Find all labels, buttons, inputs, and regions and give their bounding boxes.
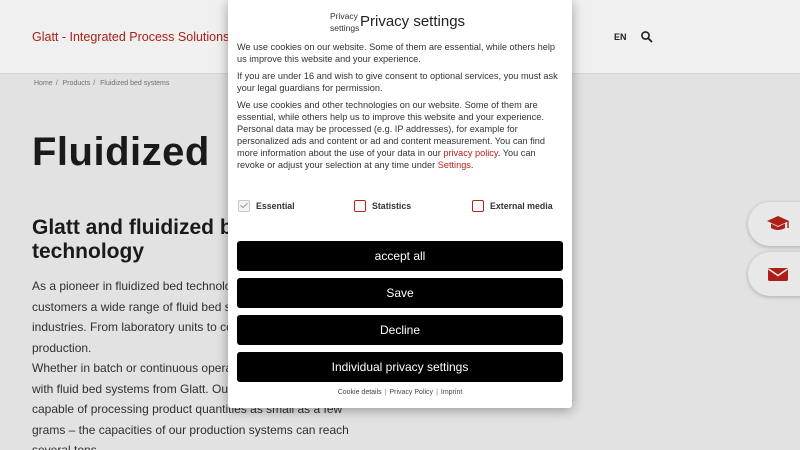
statistics-label[interactable]: Statistics [372, 201, 411, 211]
settings-link[interactable]: Settings [438, 160, 471, 170]
age-notice-text: If you are under 16 and wish to give con… [237, 71, 558, 93]
privacy-settings-dialog: Privacy settings Privacy settings We use… [228, 0, 572, 408]
intro-text: We use cookies on our website. Some of t… [237, 42, 555, 64]
essential-label: Essential [256, 201, 295, 211]
cookie-details-link[interactable]: Cookie details [338, 389, 382, 396]
footer-separator: | [384, 389, 387, 396]
privacy-policy-link[interactable]: privacy policy [443, 148, 497, 158]
footer-separator: | [436, 389, 438, 396]
decline-button[interactable]: Decline [237, 315, 563, 345]
imprint-link[interactable]: Imprint [441, 389, 462, 396]
essential-checkbox: Essential [238, 200, 295, 212]
save-button[interactable]: Save [237, 278, 563, 308]
statistics-checkbox-box[interactable] [354, 200, 366, 212]
statistics-checkbox[interactable]: Statistics [354, 200, 411, 212]
external-media-label[interactable]: External media [490, 201, 553, 211]
individual-privacy-settings-button[interactable]: Individual privacy settings [237, 352, 563, 382]
essential-checkbox-box [238, 200, 250, 212]
dialog-footer-links: Cookie details | Privacy Policy | Imprint [228, 389, 572, 396]
external-media-checkbox-box[interactable] [472, 200, 484, 212]
data-processing-text: We use cookies and other technologies on… [237, 99, 563, 171]
dialog-title: Privacy settings [360, 13, 466, 30]
footer-privacy-policy-link[interactable]: Privacy Policy [389, 389, 433, 396]
accept-all-button[interactable]: accept all [237, 241, 563, 271]
consent-checkboxes: Essential Statistics External media [228, 200, 572, 216]
external-media-checkbox[interactable]: External media [472, 200, 553, 212]
data-processing-text-end: . [470, 160, 474, 170]
